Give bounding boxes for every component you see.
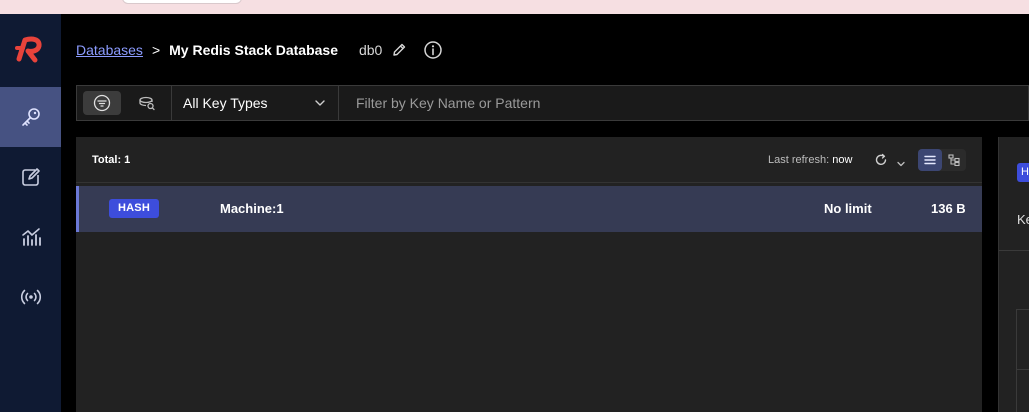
tree-view-button[interactable]	[942, 149, 966, 171]
auto-refresh-chevron-icon[interactable]	[896, 156, 906, 174]
key-type-value: All Key Types	[183, 95, 268, 111]
browser-tab-edge[interactable]	[122, 0, 242, 4]
app-window: Databases > My Redis Stack Database db0	[0, 14, 1029, 412]
search-stack-icon	[139, 96, 155, 111]
last-refresh: Last refresh: now	[768, 154, 852, 166]
breadcrumb-databases-link[interactable]: Databases	[76, 42, 143, 58]
sidebar-item-analysis[interactable]	[0, 207, 61, 267]
list-view-button[interactable]	[918, 149, 942, 171]
key-filter-input[interactable]	[347, 86, 1027, 120]
workbench-icon	[21, 168, 40, 186]
detail-fields-table	[1016, 309, 1029, 412]
key-type-select[interactable]: All Key Types	[171, 86, 339, 120]
list-view-icon	[924, 155, 936, 165]
last-refresh-label: Last refresh:	[768, 154, 830, 166]
sidebar-nav	[0, 14, 61, 412]
detail-type-badge: H	[1017, 163, 1029, 182]
sidebar-item-browser[interactable]	[0, 87, 61, 147]
filter-mode-button[interactable]	[83, 91, 121, 115]
browser-top-strip	[0, 0, 1029, 14]
pencil-icon[interactable]	[391, 42, 407, 58]
chevron-down-icon	[315, 100, 325, 106]
pubsub-icon	[20, 289, 41, 305]
key-ttl: No limit	[824, 201, 872, 216]
key-name: Machine:1	[220, 201, 284, 216]
filter-bar: All Key Types	[76, 85, 1029, 121]
key-icon	[21, 108, 40, 126]
filter-icon	[93, 94, 111, 112]
analytics-icon	[21, 228, 41, 246]
search-mode-button[interactable]	[131, 91, 163, 115]
key-size: 136 B	[931, 201, 966, 216]
key-detail-panel: H Ke	[998, 137, 1029, 412]
table-row[interactable]: HASH Machine:1 No limit 136 B	[76, 186, 982, 232]
detail-divider	[999, 250, 1029, 251]
breadcrumb: Databases > My Redis Stack Database db0	[76, 40, 443, 60]
total-count: Total: 1	[92, 154, 131, 166]
tree-view-icon	[948, 154, 960, 166]
detail-key-label: Ke	[1017, 212, 1029, 227]
key-list-header: Total: 1 Last refresh: now	[76, 137, 982, 183]
key-list-panel: Total: 1 Last refresh: now HASH Machine:…	[76, 137, 982, 412]
database-name: My Redis Stack Database	[169, 42, 338, 58]
detail-table-row-divider	[1016, 369, 1029, 370]
refresh-icon[interactable]	[874, 153, 888, 172]
breadcrumb-separator: >	[151, 42, 161, 58]
info-icon[interactable]	[423, 40, 443, 60]
key-type-badge: HASH	[109, 199, 159, 218]
sidebar-item-workbench[interactable]	[0, 147, 61, 207]
sidebar-item-pubsub[interactable]	[0, 267, 61, 327]
redis-logo-icon[interactable]	[12, 32, 48, 68]
db-index: db0	[358, 42, 383, 58]
last-refresh-value: now	[832, 154, 853, 166]
view-mode-toggle	[918, 149, 966, 171]
